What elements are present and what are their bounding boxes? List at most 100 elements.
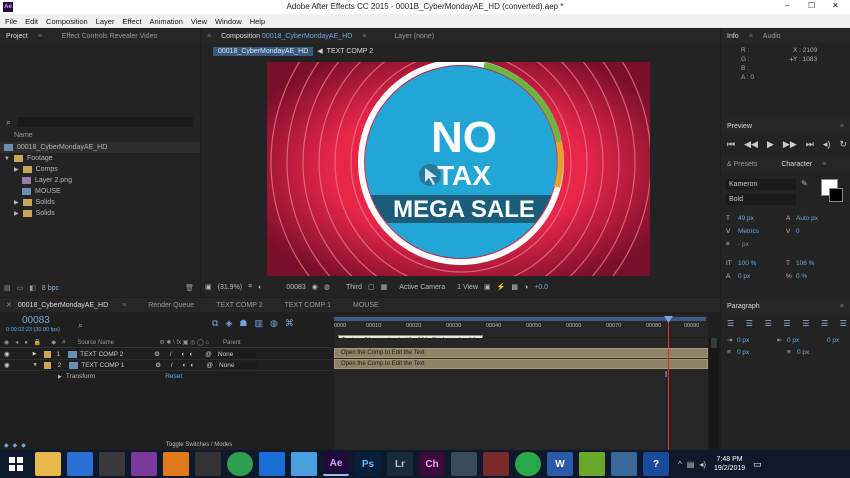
leading-value[interactable]: Auto px [796, 212, 818, 225]
transparency-icon[interactable]: ▦ [381, 283, 388, 291]
list-item[interactable]: 00018_CyberMondayAE_HD [0, 142, 200, 153]
visibility-icon[interactable]: ◉ [4, 361, 10, 369]
graph-editor-icon[interactable]: ⌘ [285, 318, 294, 329]
first-frame-icon[interactable]: ⏮ [727, 139, 735, 150]
vscale-value[interactable]: 100 % [738, 257, 786, 270]
fast-preview-icon[interactable]: ⚡ [497, 283, 506, 291]
label-color-swatch[interactable] [43, 350, 51, 358]
tab-text-comp-1[interactable]: TEXT COMP 1 [285, 302, 331, 309]
app6-icon[interactable] [195, 452, 221, 476]
layer-name[interactable]: TEXT COMP 2 [80, 351, 154, 358]
next-frame-icon[interactable]: ▶▶ [783, 139, 797, 150]
tab-mouse[interactable]: MOUSE [353, 302, 379, 309]
explorer-icon[interactable] [35, 452, 61, 476]
loop-icon[interactable]: ↻ [839, 139, 847, 150]
search-icon[interactable]: ⌕ [6, 117, 11, 128]
panel-menu-icon[interactable]: ≡ [840, 303, 844, 310]
views-dropdown[interactable]: 1 View [457, 284, 478, 291]
tab-main-comp[interactable]: 00018_CyberMondayAE_HD [18, 302, 108, 309]
list-item[interactable]: ▶ Solids [0, 197, 200, 208]
menu-file[interactable]: File [5, 17, 17, 26]
photoshop-icon[interactable]: Ps [355, 452, 381, 476]
delete-icon[interactable]: 🗑 [185, 284, 194, 292]
tsume-value[interactable]: 0 % [796, 270, 807, 283]
search-icon[interactable]: ⌕ [78, 320, 83, 331]
scroll-thumb[interactable] [711, 338, 717, 348]
list-item[interactable]: ▶ Comps [0, 164, 200, 175]
panel-menu-icon[interactable]: ≡ [362, 33, 366, 40]
tab-character[interactable]: Character [781, 161, 812, 168]
menu-effect[interactable]: Effect [122, 17, 141, 26]
layer-name[interactable]: TEXT COMP 1 [81, 362, 155, 369]
visibility-icon[interactable]: ◉ [4, 350, 10, 358]
tab-layer[interactable]: Layer (none) [394, 33, 434, 40]
chevron-right-icon[interactable]: ▶ [14, 166, 19, 173]
pickwhip-icon[interactable]: @ [205, 351, 212, 358]
layer-switches[interactable]: ⚙ / ◐◐ [155, 361, 198, 369]
word-icon[interactable]: W [547, 452, 573, 476]
minimize-button[interactable]: – [785, 1, 789, 10]
color-icon[interactable]: ◍ [324, 283, 330, 291]
comp-viewport[interactable]: NO TAX MEGA SALE [267, 62, 650, 276]
layer-bar[interactable]: Open the Comp to Edit the Text [334, 348, 708, 358]
network-icon[interactable]: ▤ [687, 460, 695, 469]
menu-composition[interactable]: Composition [46, 17, 88, 26]
exposure-icon[interactable]: ◑ [524, 284, 528, 291]
stroke-color-swatch[interactable] [829, 188, 843, 202]
pixel-aspect-icon[interactable]: ▣ [484, 283, 491, 291]
eyedropper-icon[interactable]: ✎ [801, 179, 808, 188]
timeline-timecode[interactable]: 00083 [22, 315, 50, 326]
motion-blur-icon[interactable]: ◍ [270, 318, 278, 329]
clock[interactable]: 7:48 PM 19/2/2019 [714, 455, 745, 473]
whatsapp-icon[interactable] [515, 452, 541, 476]
tab-preview[interactable]: Preview [727, 123, 752, 130]
chevron-right-icon[interactable]: ▶ [14, 199, 19, 206]
last-frame-icon[interactable]: ⏭ [806, 139, 814, 150]
app4-icon[interactable] [131, 452, 157, 476]
expand-icon-3[interactable]: ◆ [21, 442, 26, 449]
menu-view[interactable]: View [191, 17, 207, 26]
photos-icon[interactable] [611, 452, 637, 476]
list-item[interactable]: Layer 2.png [0, 175, 200, 186]
tab-text-comp-2[interactable]: TEXT COMP 2 [216, 302, 262, 309]
justify-all-icon[interactable]: ☰ [840, 319, 847, 328]
column-name[interactable]: Name [14, 132, 33, 139]
comp-flowchart-icon[interactable]: ⧉ [212, 318, 218, 329]
font-dropdown[interactable]: Kameron [726, 179, 796, 190]
menu-window[interactable]: Window [215, 17, 242, 26]
stroke-width-value[interactable]: - px [738, 238, 786, 251]
panel-menu-icon[interactable]: ≡ [207, 33, 211, 40]
list-item[interactable]: ▼ Footage [0, 153, 200, 164]
app15-icon[interactable] [483, 452, 509, 476]
toggle-switches-modes[interactable]: Toggle Switches / Modes [166, 442, 232, 448]
tracking-value[interactable]: 0 [796, 225, 800, 238]
draft-3d-icon[interactable]: ▩ [511, 283, 518, 291]
chevron-right-icon[interactable]: ▶ [58, 374, 62, 380]
tab-presets[interactable]: & Presets [727, 161, 757, 168]
tab-paragraph[interactable]: Paragraph [727, 303, 760, 310]
play-icon[interactable]: ▶ [767, 139, 774, 150]
tab-info[interactable]: Info [727, 33, 739, 40]
close-button[interactable]: ✕ [832, 1, 839, 10]
align-right-icon[interactable]: ☰ [765, 319, 772, 328]
teamviewer-icon[interactable] [259, 452, 285, 476]
dropbox-icon[interactable] [67, 452, 93, 476]
tab-audio[interactable]: Audio [763, 33, 781, 40]
tab-render-queue[interactable]: Render Queue [148, 302, 194, 309]
lightroom-icon[interactable]: Lr [387, 452, 413, 476]
list-item[interactable]: ▶ Solids [0, 208, 200, 219]
transform-label[interactable]: Transform [66, 373, 95, 380]
align-left-icon[interactable]: ☰ [727, 319, 734, 328]
indent-first-value[interactable]: 0 px [787, 335, 827, 347]
time-ruler[interactable]: 0000 00010 00020 00030 00040 00050 00060… [334, 315, 708, 337]
breadcrumb-next[interactable]: TEXT COMP 2 [327, 48, 373, 55]
transform-reset[interactable]: Reset [165, 373, 182, 380]
region-icon[interactable]: ▢ [368, 283, 375, 291]
col-parent[interactable]: Parent [223, 340, 241, 346]
pickwhip-icon[interactable]: @ [206, 362, 213, 369]
list-item[interactable]: MOUSE [0, 186, 200, 197]
font-size-value[interactable]: 49 px [738, 212, 786, 225]
resolution-dropdown[interactable]: Third [346, 284, 362, 291]
panel-menu-icon[interactable]: ≡ [38, 33, 42, 40]
vlc-icon[interactable] [163, 452, 189, 476]
